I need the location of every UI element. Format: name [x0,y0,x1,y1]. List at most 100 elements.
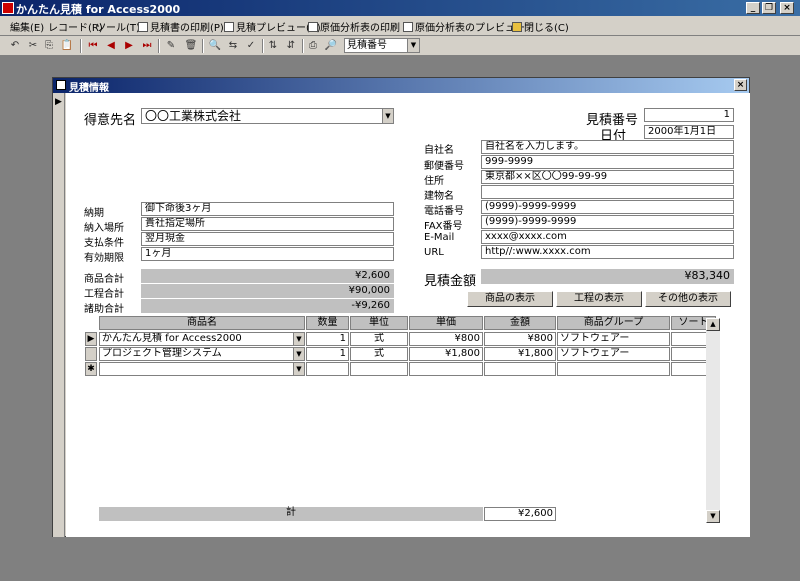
menu-tools[interactable]: ツール(T) [96,19,140,34]
product-name-text: かんたん見積 for Access2000 [102,333,242,344]
last-record-icon[interactable]: ⏭ [140,39,154,53]
grid-total-label: 計 [99,507,483,521]
grid-cell-product-group[interactable]: ソフトウェアー [557,347,670,361]
current-row-icon[interactable]: ▶ [85,332,97,346]
chevron-down-icon[interactable]: ▼ [382,109,393,123]
menu-record[interactable]: レコード(R) [48,19,103,34]
scroll-up-icon[interactable]: ▲ [706,318,720,331]
prev-record-icon[interactable]: ◀ [104,39,118,53]
chevron-down-icon[interactable]: ▼ [293,333,304,345]
undo-icon[interactable]: ↶ [8,39,22,53]
address-field[interactable]: 東京都××区〇〇99-99-99 [481,170,734,184]
grid-cell-product[interactable]: プロジェクト管理システム ▼ [99,347,305,361]
url-field[interactable]: http//:www.xxxx.com [481,245,734,259]
grid-cell-unit[interactable]: 式 [350,347,408,361]
print-icon[interactable]: ⎙ [306,39,320,53]
print-preview-icon[interactable]: 🔎 [324,39,338,53]
grid-cell-amount[interactable]: ¥800 [484,332,556,346]
date-field[interactable]: 2000年1月1日 [644,125,734,139]
replace-icon[interactable]: ⇆ [226,39,240,53]
grid-cell-unit-price[interactable]: ¥800 [409,332,483,346]
toolbar-separator [80,39,82,53]
field-select-value: 見積番号 [347,40,387,51]
menu-print-quote[interactable]: 見積書の印刷(P) [138,19,224,34]
copy-icon[interactable]: ⎘ [42,39,56,53]
sort-ascending-icon[interactable]: ⇅ [266,39,280,53]
menu-bar: 編集(E) レコード(R) ツール(T) 見積書の印刷(P) 見積プレビュー(V… [0,16,800,36]
grid-header-quantity[interactable]: 数量 [306,316,349,330]
grid-cell-product-group[interactable]: ソフトウェアー [557,332,670,346]
grid-cell-quantity[interactable]: 1 [306,332,349,346]
fax-field[interactable]: (9999)-9999-9999 [481,215,734,229]
show-process-button[interactable]: 工程の表示 [556,291,642,307]
toolbar-separator [202,39,204,53]
form-close-icon[interactable]: × [734,79,747,91]
payment-terms-label: 支払条件 [84,238,124,249]
delivery-field[interactable]: 御下命後3ヶ月 [141,202,394,216]
grid-cell-product-new[interactable]: ▼ [99,362,305,376]
customer-combo[interactable]: 〇〇工業株式会社 ▼ [141,108,394,124]
delete-icon[interactable]: 🗑 [184,39,198,53]
paste-icon[interactable]: 📋 [60,39,74,53]
grid-cell-unit-price[interactable]: ¥1,800 [409,347,483,361]
first-record-icon[interactable]: ⏮ [86,39,100,53]
grid-cell-amount[interactable]: ¥1,800 [484,347,556,361]
chevron-down-icon[interactable]: ▼ [407,39,419,52]
chevron-down-icon[interactable]: ▼ [293,363,304,375]
email-label: E-Mail [424,232,455,243]
show-other-button[interactable]: その他の表示 [645,291,731,307]
product-name-text: プロジェクト管理システム [102,348,222,359]
toolbar-separator [302,39,304,53]
grid-cell-unit-new[interactable] [350,362,408,376]
row-selector[interactable] [85,347,97,361]
building-field[interactable] [481,185,734,199]
chevron-down-icon[interactable]: ▼ [293,348,304,360]
grid-cell-quantity[interactable]: 1 [306,347,349,361]
grid-cell-product-group-new[interactable] [557,362,670,376]
menu-preview-cost-analysis[interactable]: 原価分析表のプレビュー [403,19,525,34]
grid-cell-unit[interactable]: 式 [350,332,408,346]
cut-icon[interactable]: ✂ [26,39,40,53]
preview-icon [224,21,234,32]
find-icon[interactable]: 🔍 [208,39,222,53]
phone-field[interactable]: (9999)-9999-9999 [481,200,734,214]
payment-terms-field[interactable]: 翌月現金 [141,232,394,246]
new-record-icon[interactable]: ✱ [85,362,97,376]
product-total-field: ¥2,600 [141,269,394,283]
close-icon[interactable]: × [780,2,794,14]
grid-cell-quantity-new[interactable] [306,362,349,376]
expiry-field[interactable]: 1ヶ月 [141,247,394,261]
next-record-icon[interactable]: ▶ [122,39,136,53]
minimize-icon[interactable]: _ [746,2,760,14]
menu-print-cost-analysis[interactable]: 原価分析表の印刷 [308,19,400,34]
record-selector[interactable]: ▶ [53,93,65,537]
grid-header-unit-price[interactable]: 単価 [409,316,483,330]
company-name-field[interactable]: 自社名を入力します。 [481,140,734,154]
scroll-down-icon[interactable]: ▼ [706,510,720,523]
misc-total-label: 諸助合計 [84,304,124,315]
grid-header-amount[interactable]: 金額 [484,316,556,330]
menu-edit[interactable]: 編集(E) [10,19,44,34]
edit-pencil-icon[interactable]: ✎ [164,39,178,53]
quote-number-field[interactable]: 1 [644,108,734,122]
grid-cell-unit-price-new[interactable] [409,362,483,376]
grid-cell-product[interactable]: かんたん見積 for Access2000 ▼ [99,332,305,346]
postal-code-label: 郵便番号 [424,161,464,172]
delivery-place-field[interactable]: 貴社指定場所 [141,217,394,231]
address-label: 住所 [424,176,444,187]
grid-header-product-group[interactable]: 商品グループ [557,316,670,330]
sort-descending-icon[interactable]: ⇵ [284,39,298,53]
email-field[interactable]: xxxx@xxxx.com [481,230,734,244]
spelling-icon[interactable]: ✓ [244,39,258,53]
grid-cell-amount-new[interactable] [484,362,556,376]
postal-code-field[interactable]: 999-9999 [481,155,734,169]
estimate-amount-label: 見積金額 [424,274,477,289]
menu-preview-quote[interactable]: 見積プレビュー(V) [224,19,321,34]
grid-header-unit[interactable]: 単位 [350,316,408,330]
menu-close[interactable]: 閉じる(C) [512,19,569,34]
field-select[interactable]: 見積番号 ▼ [344,38,420,53]
grid-scrollbar[interactable]: ▲ ▼ [706,318,720,523]
show-products-button[interactable]: 商品の表示 [467,291,553,307]
restore-icon[interactable]: ❐ [762,2,776,14]
grid-header-product[interactable]: 商品名 [99,316,305,330]
